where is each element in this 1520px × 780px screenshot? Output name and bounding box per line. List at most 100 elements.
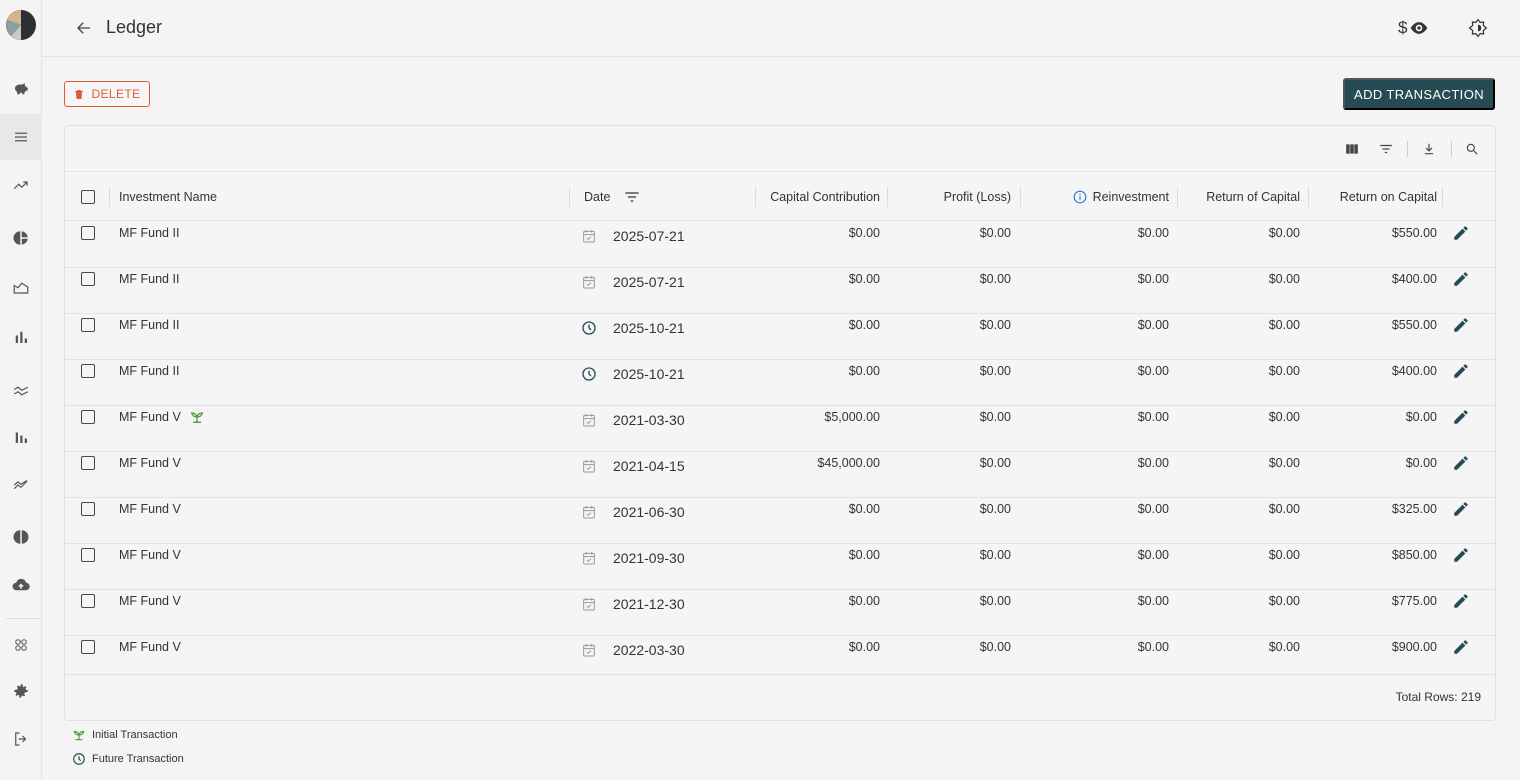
- column-header-return-on-capital[interactable]: Return on Capital: [1315, 173, 1437, 221]
- edit-pencil-icon[interactable]: [1452, 224, 1470, 242]
- cell-return-of-capital: $0.00: [1268, 502, 1300, 516]
- edit-pencil-icon[interactable]: [1452, 638, 1470, 656]
- cell-return-of-capital: $0.00: [1268, 594, 1300, 608]
- sidebar: [0, 0, 42, 780]
- table-row[interactable]: MF Fund V 2021-04-15 $45,000.00 $0.00 $0.00 $…: [65, 452, 1495, 498]
- row-checkbox[interactable]: [81, 314, 95, 336]
- sidebar-item-trend[interactable]: [0, 162, 42, 208]
- cell-reinvestment: $0.00: [1137, 502, 1169, 516]
- add-transaction-button[interactable]: ADD TRANSACTION: [1343, 78, 1495, 110]
- legend-future-label: Future Transaction: [92, 753, 184, 765]
- edit-pencil-icon[interactable]: [1452, 454, 1470, 472]
- cell-reinvestment: $0.00: [1137, 272, 1169, 286]
- table-row[interactable]: MF Fund V 2021-06-30 $0.00 $0.00 $0.00 $0.00 $…: [65, 498, 1495, 544]
- back-arrow-icon[interactable]: [72, 16, 96, 40]
- sprout-icon: [190, 412, 204, 423]
- cell-capital-contribution: $0.00: [848, 548, 880, 562]
- row-checkbox[interactable]: [81, 360, 95, 382]
- toggle-values-button[interactable]: $: [1398, 16, 1429, 40]
- transaction-date: 2021-09-30: [613, 550, 685, 566]
- column-header-reinvestment[interactable]: Reinvestment: [1027, 173, 1169, 221]
- delete-button[interactable]: DELETE: [64, 81, 150, 107]
- sidebar-item-stacked[interactable]: [0, 414, 42, 460]
- half-circle-icon: [13, 530, 29, 544]
- sidebar-item-settings[interactable]: [0, 668, 42, 714]
- column-header-date[interactable]: Date: [584, 173, 640, 221]
- row-checkbox[interactable]: [81, 222, 95, 244]
- table-row[interactable]: MF Fund II 2025-07-21 $0.00 $0.00 $0.00 $0.00…: [65, 268, 1495, 314]
- cell-return-of-capital: $0.00: [1268, 272, 1300, 286]
- cell-reinvestment: $0.00: [1137, 640, 1169, 654]
- sidebar-item-bar[interactable]: [0, 314, 42, 360]
- eye-icon: [1411, 22, 1428, 34]
- row-checkbox[interactable]: [81, 452, 95, 474]
- cell-date: 2021-06-30: [581, 498, 685, 526]
- select-all-checkbox[interactable]: [81, 173, 95, 221]
- edit-pencil-icon[interactable]: [1452, 500, 1470, 518]
- sidebar-item-portfolio[interactable]: [0, 66, 42, 112]
- table-row[interactable]: MF Fund V 2021-09-30 $0.00 $0.00 $0.00 $0.00 $…: [65, 544, 1495, 590]
- sidebar-item-pattern[interactable]: [0, 622, 42, 668]
- cell-return-on-capital: $400.00: [1391, 272, 1437, 286]
- column-header-investment-name[interactable]: Investment Name: [119, 173, 217, 221]
- sidebar-item-split[interactable]: [0, 514, 42, 560]
- cell-investment-name: MF Fund II: [119, 360, 179, 382]
- edit-pencil-icon[interactable]: [1452, 592, 1470, 610]
- download-icon[interactable]: [1420, 140, 1438, 158]
- search-icon[interactable]: [1463, 140, 1481, 158]
- sidebar-item-ledger[interactable]: [0, 114, 42, 160]
- row-checkbox[interactable]: [81, 268, 95, 290]
- grid-header-row: Investment Name Date Capital Contributio…: [65, 173, 1495, 221]
- row-checkbox[interactable]: [81, 498, 95, 520]
- edit-pencil-icon[interactable]: [1452, 362, 1470, 380]
- theme-toggle-button[interactable]: [1468, 16, 1488, 40]
- row-checkbox[interactable]: [81, 590, 95, 612]
- column-header-return-of-capital[interactable]: Return of Capital: [1185, 173, 1300, 221]
- sidebar-item-compare[interactable]: [0, 368, 42, 414]
- investment-name: MF Fund V: [119, 640, 181, 654]
- info-icon[interactable]: [1073, 190, 1087, 204]
- column-header-capital-contribution[interactable]: Capital Contribution: [765, 173, 880, 221]
- row-checkbox[interactable]: [81, 636, 95, 658]
- transaction-date: 2021-04-15: [613, 458, 685, 474]
- cell-investment-name: MF Fund II: [119, 314, 179, 336]
- columns-icon[interactable]: [1343, 140, 1361, 158]
- calendar-check-icon: [583, 598, 595, 611]
- investment-name: MF Fund II: [119, 226, 180, 240]
- table-row[interactable]: MF Fund V 2021-03-30 $5,000.00 $0.00 $0.00 $0…: [65, 406, 1495, 452]
- cell-reinvestment: $0.00: [1137, 410, 1169, 424]
- legend-future: Future Transaction: [72, 752, 184, 766]
- cloud-upload-icon: [12, 578, 30, 591]
- table-row[interactable]: MF Fund V 2022-03-30 $0.00 $0.00 $0.00 $0.00 $…: [65, 636, 1495, 674]
- edit-pencil-icon[interactable]: [1452, 270, 1470, 288]
- dollar-sign: $: [1398, 18, 1408, 37]
- cell-capital-contribution: $45,000.00: [817, 456, 880, 470]
- filter-icon[interactable]: [1377, 140, 1395, 158]
- edit-pencil-icon[interactable]: [1452, 408, 1470, 426]
- column-separator: [569, 187, 570, 207]
- grid-toolbar: [65, 126, 1495, 172]
- sidebar-item-logout[interactable]: [0, 716, 42, 762]
- table-row[interactable]: MF Fund II 2025-10-21 $0.00 $0.00 $0.00 $0.00…: [65, 360, 1495, 406]
- sort-filter-icon[interactable]: [624, 191, 640, 203]
- cell-return-on-capital: $0.00: [1405, 456, 1437, 470]
- cell-return-on-capital: $325.00: [1391, 502, 1437, 516]
- edit-pencil-icon[interactable]: [1452, 316, 1470, 334]
- row-checkbox[interactable]: [81, 406, 95, 428]
- cell-reinvestment: $0.00: [1137, 548, 1169, 562]
- row-checkbox[interactable]: [81, 544, 95, 566]
- edit-pencil-icon[interactable]: [1452, 546, 1470, 564]
- cell-return-of-capital: $0.00: [1268, 410, 1300, 424]
- table-row[interactable]: MF Fund II 2025-07-21 $0.00 $0.00 $0.00 $0.00…: [65, 222, 1495, 268]
- sidebar-item-upload[interactable]: [0, 562, 42, 608]
- column-header-profit-loss[interactable]: Profit (Loss): [895, 173, 1011, 221]
- sidebar-item-allocation[interactable]: [0, 215, 42, 261]
- table-row[interactable]: MF Fund V 2021-12-30 $0.00 $0.00 $0.00 $0.00 $…: [65, 590, 1495, 636]
- sidebar-item-forecast[interactable]: [0, 462, 42, 508]
- cell-date: 2025-07-21: [581, 222, 685, 250]
- app-logo-icon[interactable]: [4, 8, 38, 42]
- table-row[interactable]: MF Fund II 2025-10-21 $0.00 $0.00 $0.00 $0.00…: [65, 314, 1495, 360]
- cell-profit-loss: $0.00: [979, 502, 1011, 516]
- sidebar-item-area[interactable]: [0, 264, 42, 310]
- calendar-check-icon: [583, 552, 595, 565]
